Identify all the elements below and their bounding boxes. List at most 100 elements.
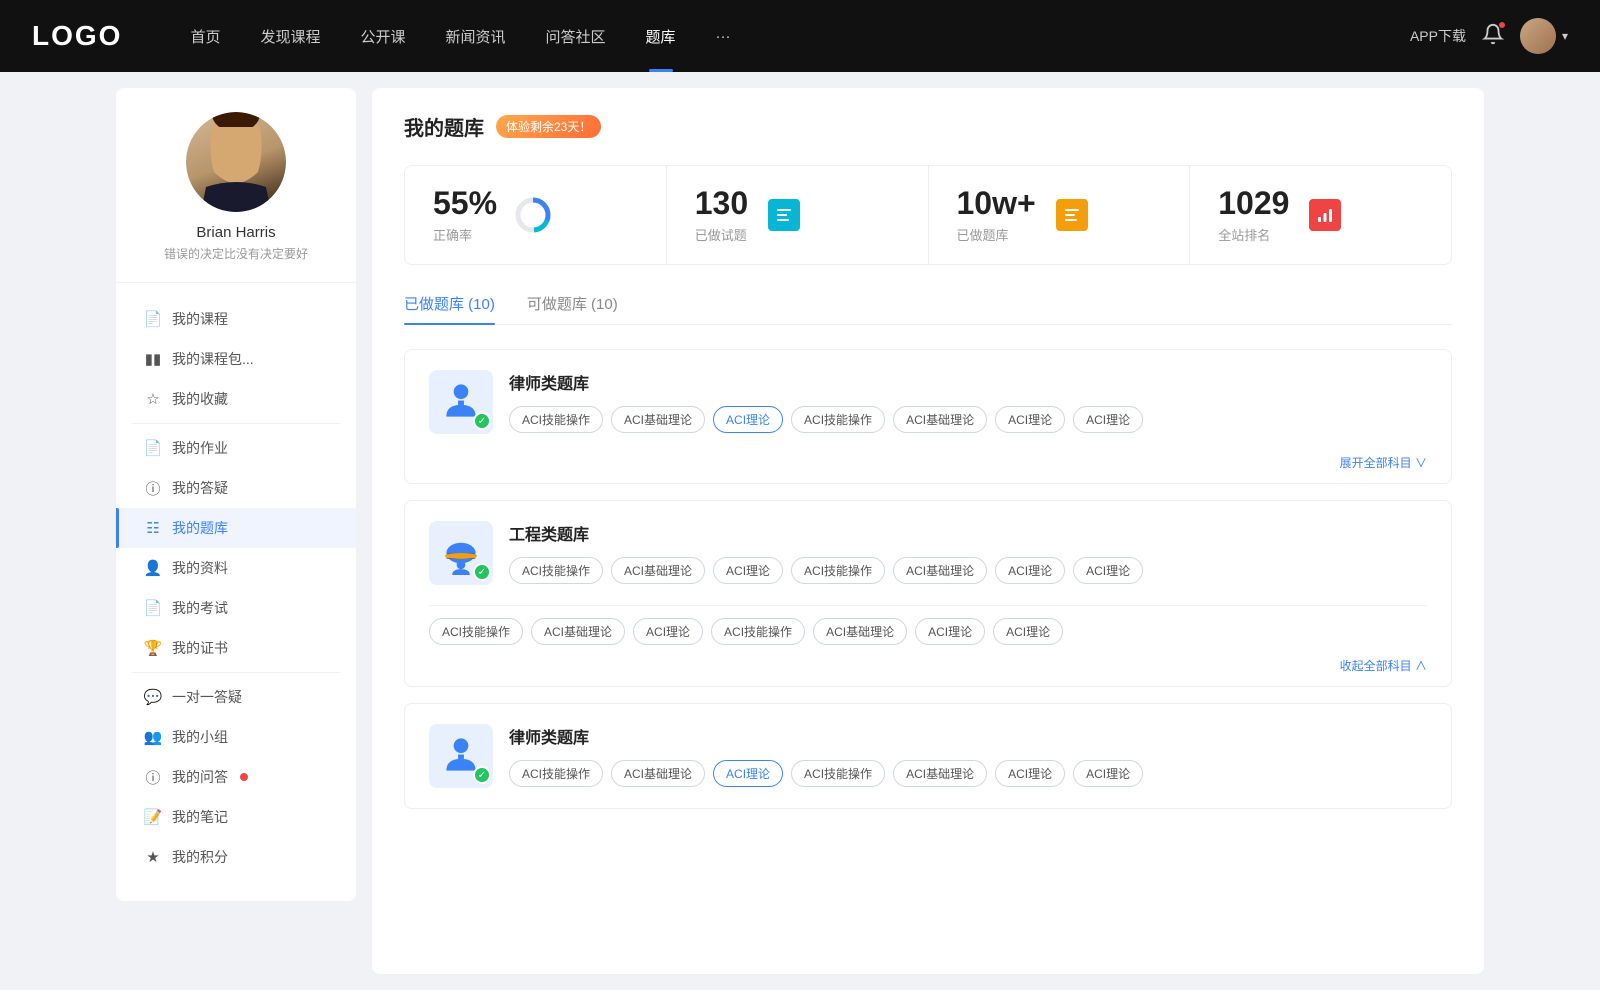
- chat-icon: 💬: [144, 688, 162, 706]
- tag-2-r2-4[interactable]: ACI基础理论: [813, 618, 907, 645]
- sidebar-item-1on1[interactable]: 💬 一对一答疑: [116, 677, 356, 717]
- stat-banks-label: 已做题库: [957, 225, 1036, 244]
- tag-1-4[interactable]: ACI基础理论: [893, 406, 987, 433]
- page-layout: Brian Harris 错误的决定比没有决定要好 📄 我的课程 ▮▮ 我的课程…: [100, 72, 1500, 990]
- group-icon: 👥: [144, 728, 162, 746]
- homework-icon: 📄: [144, 439, 162, 457]
- sidebar-item-course[interactable]: 📄 我的课程: [116, 299, 356, 339]
- stat-questions-label: 已做试题: [695, 225, 748, 244]
- notification-bell[interactable]: [1482, 23, 1504, 50]
- tag-2-4[interactable]: ACI基础理论: [893, 557, 987, 584]
- qbank-tags-2-row1: ACI技能操作 ACI基础理论 ACI理论 ACI技能操作 ACI基础理论 AC…: [509, 557, 1427, 584]
- tag-3-5[interactable]: ACI理论: [995, 760, 1065, 787]
- sidebar-item-notes[interactable]: 📝 我的笔记: [116, 797, 356, 837]
- navbar: LOGO 首页 发现课程 公开课 新闻资讯 问答社区 题库 ··· APP下载 …: [0, 0, 1600, 72]
- stat-ranking-label: 全站排名: [1218, 225, 1289, 244]
- tabs-row: 已做题库 (10) 可做题库 (10): [404, 293, 1452, 325]
- nav-home[interactable]: 首页: [170, 0, 240, 72]
- tag-3-2[interactable]: ACI理论: [713, 760, 783, 787]
- tag-1-5[interactable]: ACI理论: [995, 406, 1065, 433]
- sidebar-item-myqa[interactable]: ⓘ 我的问答: [116, 757, 356, 797]
- qbank-info-3: 律师类题库 ACI技能操作 ACI基础理论 ACI理论 ACI技能操作 ACI基…: [509, 724, 1427, 787]
- grid-icon: ☷: [144, 519, 162, 537]
- tag-1-2[interactable]: ACI理论: [713, 406, 783, 433]
- tag-2-6[interactable]: ACI理论: [1073, 557, 1143, 584]
- qbank-card-1: ✓ 律师类题库 ACI技能操作 ACI基础理论 ACI理论 ACI技能操作 AC…: [404, 349, 1452, 484]
- qbank-card-2: ✓ 工程类题库 ACI技能操作 ACI基础理论 ACI理论 ACI技能操作 AC…: [404, 500, 1452, 687]
- tag-3-6[interactable]: ACI理论: [1073, 760, 1143, 787]
- stat-banks: 10w+ 已做题库: [929, 166, 1191, 264]
- sidebar-item-qa-mine[interactable]: ⓘ 我的答疑: [116, 468, 356, 508]
- sidebar-item-course-pack[interactable]: ▮▮ 我的课程包...: [116, 339, 356, 379]
- check-badge-3: ✓: [473, 766, 491, 784]
- sidebar: Brian Harris 错误的决定比没有决定要好 📄 我的课程 ▮▮ 我的课程…: [116, 88, 356, 901]
- sidebar-item-cert[interactable]: 🏆 我的证书: [116, 628, 356, 668]
- sidebar-item-collection[interactable]: ☆ 我的收藏: [116, 379, 356, 419]
- tag-3-1[interactable]: ACI基础理论: [611, 760, 705, 787]
- check-badge: ✓: [473, 412, 491, 430]
- check-badge-2: ✓: [473, 563, 491, 581]
- star-icon: ☆: [144, 390, 162, 408]
- nav-right: APP下载 ▾: [1410, 18, 1568, 54]
- qbank-tags-2-row2: ACI技能操作 ACI基础理论 ACI理论 ACI技能操作 ACI基础理论 AC…: [405, 606, 1451, 657]
- nav-discover[interactable]: 发现课程: [240, 0, 340, 72]
- tag-2-r2-2[interactable]: ACI理论: [633, 618, 703, 645]
- tag-1-1[interactable]: ACI基础理论: [611, 406, 705, 433]
- page-title-row: 我的题库 体验剩余23天！: [404, 112, 1452, 141]
- stat-accuracy: 55% 正确率: [405, 166, 667, 264]
- sidebar-item-exam[interactable]: 📄 我的考试: [116, 588, 356, 628]
- sidebar-item-homework[interactable]: 📄 我的作业: [116, 428, 356, 468]
- tag-3-0[interactable]: ACI技能操作: [509, 760, 603, 787]
- tag-2-2[interactable]: ACI理论: [713, 557, 783, 584]
- sidebar-item-profile[interactable]: 👤 我的资料: [116, 548, 356, 588]
- qbank-collapse-2[interactable]: 收起全部科目 ∧: [405, 657, 1451, 686]
- tag-1-6[interactable]: ACI理论: [1073, 406, 1143, 433]
- note-icon: 📝: [144, 808, 162, 826]
- user-avatar-menu[interactable]: ▾: [1520, 18, 1568, 54]
- nav-mooc[interactable]: 公开课: [340, 0, 425, 72]
- sidebar-item-points[interactable]: ★ 我的积分: [116, 837, 356, 877]
- tag-3-3[interactable]: ACI技能操作: [791, 760, 885, 787]
- tag-1-0[interactable]: ACI技能操作: [509, 406, 603, 433]
- tag-2-0[interactable]: ACI技能操作: [509, 557, 603, 584]
- app-download-btn[interactable]: APP下载: [1410, 26, 1466, 46]
- qbank-expand-1[interactable]: 展开全部科目 ∨: [405, 454, 1451, 483]
- qbank-info-2: 工程类题库 ACI技能操作 ACI基础理论 ACI理论 ACI技能操作 ACI基…: [509, 521, 1427, 584]
- tag-2-r2-5[interactable]: ACI理论: [915, 618, 985, 645]
- bar-icon: ▮▮: [144, 350, 162, 368]
- tag-2-r2-3[interactable]: ACI技能操作: [711, 618, 805, 645]
- tab-done[interactable]: 已做题库 (10): [404, 293, 495, 324]
- stat-questions-value: 130: [695, 186, 748, 221]
- tag-2-r2-0[interactable]: ACI技能操作: [429, 618, 523, 645]
- qbank-icon-1: ✓: [429, 370, 493, 434]
- tag-2-5[interactable]: ACI理论: [995, 557, 1065, 584]
- nav-qa[interactable]: 问答社区: [526, 0, 626, 72]
- nav-qbank[interactable]: 题库: [626, 0, 696, 72]
- avatar: [1520, 18, 1556, 54]
- tag-2-1[interactable]: ACI基础理论: [611, 557, 705, 584]
- qbank-card-3: ✓ 律师类题库 ACI技能操作 ACI基础理论 ACI理论 ACI技能操作 AC…: [404, 703, 1452, 809]
- nav-news[interactable]: 新闻资讯: [426, 0, 526, 72]
- sidebar-profile: Brian Harris 错误的决定比没有决定要好: [116, 112, 356, 283]
- file-icon: 📄: [144, 310, 162, 328]
- tab-available[interactable]: 可做题库 (10): [527, 293, 618, 324]
- qbank-tags-1: ACI技能操作 ACI基础理论 ACI理论 ACI技能操作 ACI基础理论 AC…: [509, 406, 1427, 433]
- stat-accuracy-value: 55%: [433, 186, 497, 221]
- tag-3-4[interactable]: ACI基础理论: [893, 760, 987, 787]
- sidebar-item-group[interactable]: 👥 我的小组: [116, 717, 356, 757]
- qbank-title-1: 律师类题库: [509, 370, 1427, 394]
- qbank-title-3: 律师类题库: [509, 724, 1427, 748]
- page-title: 我的题库: [404, 112, 484, 141]
- qa-icon: ⓘ: [144, 768, 162, 786]
- question-icon: ⓘ: [144, 479, 162, 497]
- tag-2-r2-6[interactable]: ACI理论: [993, 618, 1063, 645]
- tag-1-3[interactable]: ACI技能操作: [791, 406, 885, 433]
- notification-dot: [1498, 21, 1506, 29]
- sidebar-item-qbank[interactable]: ☷ 我的题库: [116, 508, 356, 548]
- tag-2-r2-1[interactable]: ACI基础理论: [531, 618, 625, 645]
- red-chart-icon: [1305, 195, 1345, 235]
- tag-2-3[interactable]: ACI技能操作: [791, 557, 885, 584]
- divider: [132, 423, 340, 424]
- qbank-tags-3: ACI技能操作 ACI基础理论 ACI理论 ACI技能操作 ACI基础理论 AC…: [509, 760, 1427, 787]
- nav-more[interactable]: ···: [696, 0, 751, 72]
